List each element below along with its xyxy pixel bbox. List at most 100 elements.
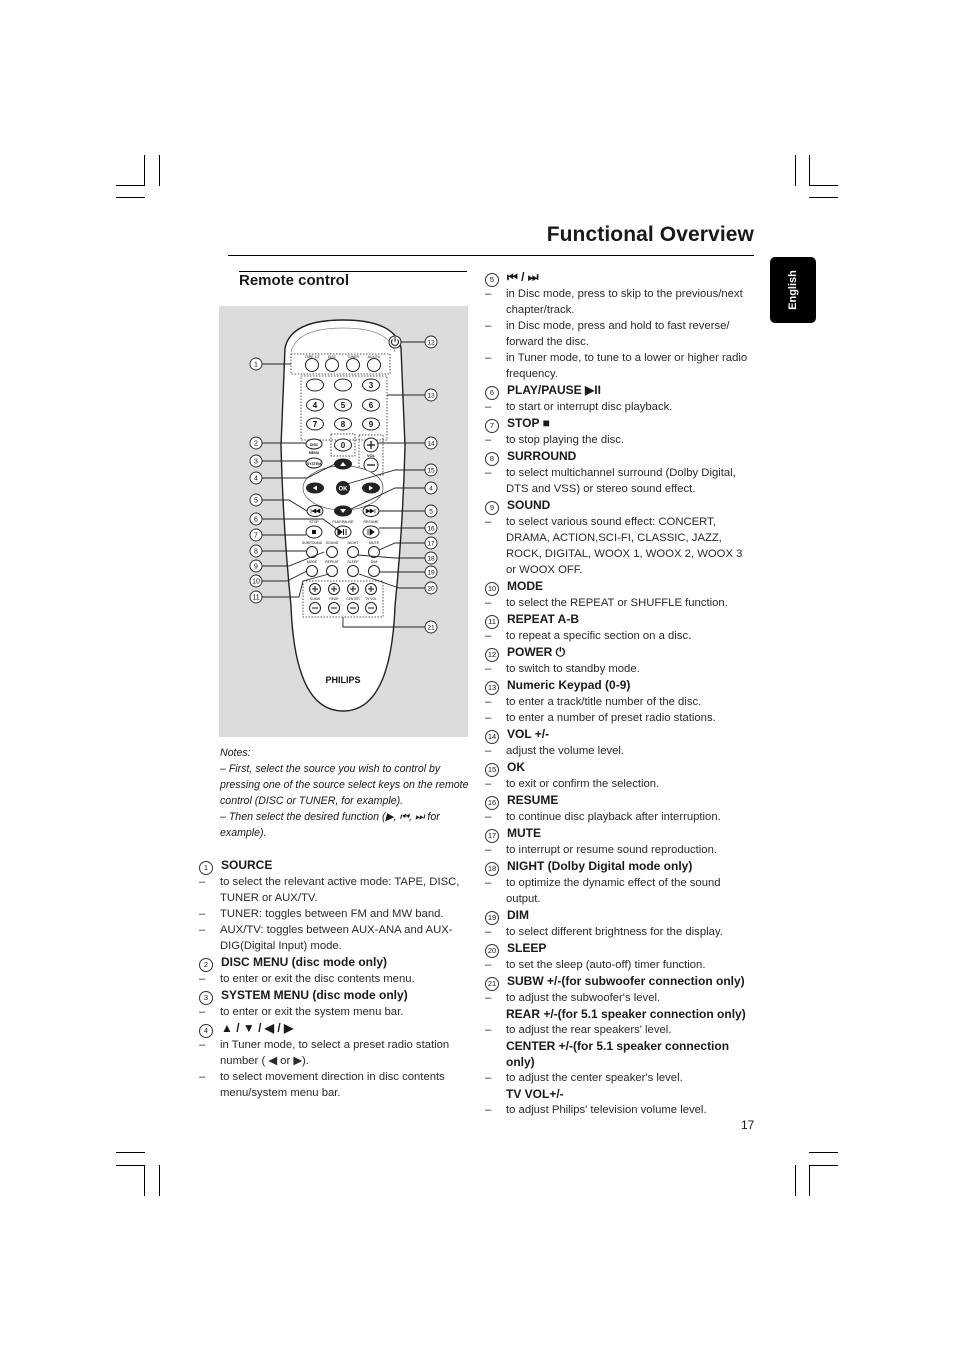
bullet-dash: – <box>199 1006 206 1018</box>
callout-number: 17 <box>427 541 435 548</box>
function-item: 21 SUBW +/-(for subwoofer connection only… <box>485 973 753 1118</box>
function-title: STOP ■ <box>507 416 550 430</box>
function-title: SYSTEM MENU (disc mode only) <box>221 988 408 1002</box>
tv_vol-label: TV VOL <box>365 597 377 601</box>
sleep-label: SLEEP <box>347 560 359 564</box>
keypad-key-label: 9 <box>369 420 374 429</box>
function-item: 12 POWER ⏻ – to switch to standby mode. <box>485 644 753 677</box>
center-label: CENTER <box>346 597 360 601</box>
description-text: to exit or confirm the selection. <box>506 778 660 790</box>
function-item: 9 SOUND – to select various sound effect: C… <box>485 497 753 578</box>
function-heading: 13 Numeric Keypad (0-9) <box>485 677 753 695</box>
keypad-key-label: 3 <box>369 381 374 390</box>
callout-number: 14 <box>427 441 435 448</box>
function-item: 13 Numeric Keypad (0-9) – to enter a track/… <box>485 677 753 726</box>
function-heading: 1 SOURCE <box>199 857 467 875</box>
callout-number: 12 <box>485 647 499 662</box>
callout-number: 13 <box>485 680 499 695</box>
function-item: 6 PLAY/PAUSE ▶II – to start or interrupt di… <box>485 382 753 415</box>
function-description: – to select various sound effect: CONCERT… <box>485 514 753 578</box>
function-item: 17 MUTE – to interrupt or resume sound repr… <box>485 825 753 858</box>
night-button <box>347 546 359 558</box>
function-title: SOURCE <box>221 858 273 872</box>
ok-label: OK <box>339 487 349 493</box>
callout-number: 4 <box>429 486 433 493</box>
function-heading: 20 SLEEP <box>485 940 753 958</box>
source-key <box>325 358 339 372</box>
function-description: – TUNER: toggles between FM and MW band. <box>199 906 467 922</box>
notes-line: – Then select the desired function (▶, ⏮… <box>220 811 440 839</box>
function-description: – to stop playing the disc. <box>485 432 753 448</box>
function-item: 3 SYSTEM MENU (disc mode only) – to enter o… <box>199 987 467 1020</box>
source-key <box>367 358 381 372</box>
bullet-dash: – <box>199 1039 206 1051</box>
description-text: to optimize the dynamic effect of the so… <box>506 877 721 905</box>
function-heading: 15 OK <box>485 759 753 777</box>
system-label: SYSTEM <box>307 462 321 466</box>
sleep-button <box>347 565 359 577</box>
callout-number: 8 <box>254 549 258 556</box>
callout-number: 2 <box>199 957 213 972</box>
bullet-dash: – <box>199 973 206 985</box>
function-heading: 21 SUBW +/-(for subwoofer connection only… <box>485 973 753 991</box>
callout-number: 9 <box>254 564 258 571</box>
function-description: – to enter or exit the system menu bar. <box>199 1004 467 1020</box>
callout-number: 5 <box>485 272 499 287</box>
description-text: to enter a track/title number of the dis… <box>506 696 702 708</box>
rear-label: REAR <box>329 597 339 601</box>
bullet-dash: – <box>485 926 492 938</box>
bullet-dash: – <box>199 876 206 888</box>
callout-number: 18 <box>485 861 499 876</box>
function-title: DIM <box>507 908 529 922</box>
function-description: – adjust the volume level. <box>485 743 753 759</box>
function-heading: 12 POWER ⏻ <box>485 644 753 662</box>
function-heading: 2 DISC MENU (disc mode only) <box>199 954 467 972</box>
keypad-key-label: 4 <box>313 401 318 410</box>
callout-number: 6 <box>254 517 258 524</box>
description-text: to select movement direction in disc con… <box>220 1071 445 1099</box>
dim-label: DIM <box>371 560 378 564</box>
callout-number: 10 <box>252 579 260 586</box>
callout-number: 17 <box>485 828 499 843</box>
callout-number: 19 <box>485 910 499 925</box>
function-title: OK <box>507 760 525 774</box>
mute-label: MUTE <box>369 541 380 545</box>
callout-number: 11 <box>252 595 259 602</box>
description-text: to interrupt or resume sound reproductio… <box>506 844 717 856</box>
bullet-dash: – <box>199 908 206 920</box>
description-text: in Tuner mode, to tune to a lower or hig… <box>506 352 748 380</box>
function-heading: 18 NIGHT (Dolby Digital mode only) <box>485 858 753 876</box>
function-description: – to optimize the dynamic effect of the s… <box>485 875 753 907</box>
function-item: 19 DIM – to select different brightness for… <box>485 907 753 940</box>
keypad-key-label: 6 <box>369 401 374 410</box>
vol-label: VOL <box>367 453 376 458</box>
callout-number: 14 <box>485 729 499 744</box>
function-title: VOL +/- <box>507 727 550 741</box>
description-text: in Disc mode, press and hold to fast rev… <box>506 320 730 348</box>
function-description: – to exit or confirm the selection. <box>485 776 753 792</box>
bullet-dash: – <box>485 778 492 790</box>
bullet-dash: – <box>485 959 492 971</box>
bullet-dash: – <box>485 1104 492 1116</box>
bullet-dash: – <box>485 320 492 332</box>
menu-label: MENU <box>309 451 320 455</box>
surround-label: SURROUND <box>302 541 323 545</box>
callout-number: 1 <box>199 860 213 875</box>
keypad-key-label: 8 <box>341 420 346 429</box>
left-function-list: 1 SOURCE – to select the relevant active mo… <box>199 857 467 1101</box>
function-description: – in Tuner mode, to select a preset radio… <box>199 1037 467 1069</box>
description-text: to enter a number of preset radio statio… <box>506 712 716 724</box>
bullet-dash: – <box>485 630 492 642</box>
mode-button <box>306 565 318 577</box>
bullet-dash: – <box>485 1072 492 1084</box>
function-description: – to enter a number of preset radio stati… <box>485 710 753 726</box>
function-description: – to select the relevant active mode: TAP… <box>199 874 467 906</box>
source-key <box>305 358 319 372</box>
callout-number: 3 <box>199 990 213 1005</box>
function-item: 16 RESUME – to continue disc playback after… <box>485 792 753 825</box>
function-item: 1 SOURCE – to select the relevant active mo… <box>199 857 467 954</box>
dim-button <box>368 565 380 577</box>
bullet-dash: – <box>485 992 492 1004</box>
function-description: – to repeat a specific section on a disc. <box>485 628 753 644</box>
callout-number: 21 <box>485 976 499 991</box>
